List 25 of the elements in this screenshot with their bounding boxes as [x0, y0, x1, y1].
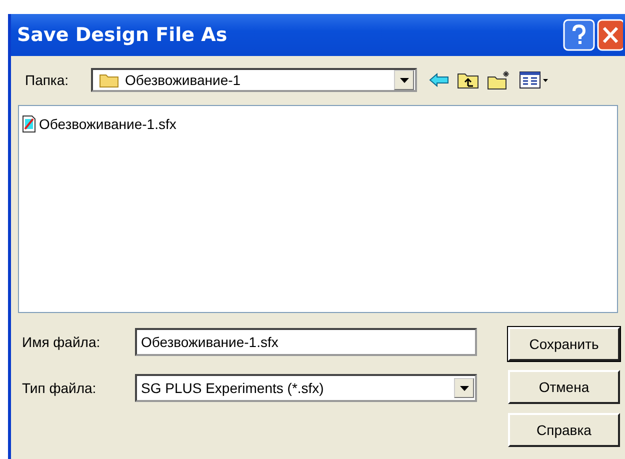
caret-icon	[460, 386, 468, 390]
back-arrow-icon[interactable]	[429, 73, 449, 87]
file-type-dropdown[interactable]: SG PLUS Experiments (*.sfx)	[135, 374, 477, 402]
file-type-value: SG PLUS Experiments (*.sfx)	[141, 380, 325, 396]
file-item[interactable]: Обезвоживание-1.sfx	[22, 115, 176, 133]
window-title: Save Design File As	[17, 24, 228, 46]
file-name-field[interactable]: Обезвоживание-1.sfx	[135, 328, 477, 356]
folder-dropdown[interactable]: Обезвоживание-1	[91, 68, 417, 92]
folder-up-icon[interactable]	[457, 71, 479, 89]
folder-value: Обезвоживание-1	[125, 72, 242, 88]
file-name-label: Имя файла:	[21, 334, 102, 350]
view-menu-icon[interactable]	[519, 71, 549, 89]
dialog-button[interactable]: Справка	[508, 413, 620, 447]
close-button[interactable]	[597, 19, 623, 51]
file-icon	[22, 115, 36, 133]
help-button[interactable]	[563, 19, 595, 51]
dropdown-button[interactable]	[454, 378, 474, 398]
dialog-button[interactable]: Сохранить	[508, 327, 620, 361]
folder-label: Папка:	[24, 72, 70, 88]
file-type-label: Тип файла:	[21, 380, 98, 396]
folder-icon	[99, 72, 119, 88]
dialog-button[interactable]: Отмена	[508, 370, 620, 404]
caret-icon	[400, 78, 408, 82]
dropdown-button[interactable]	[394, 70, 414, 90]
new-folder-icon[interactable]	[487, 70, 511, 90]
